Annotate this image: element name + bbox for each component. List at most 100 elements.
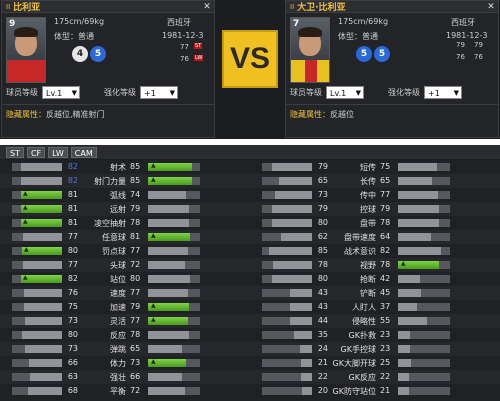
close-icon[interactable]: ✕ bbox=[486, 2, 496, 12]
stat-label: 盘带 bbox=[360, 219, 376, 228]
left-height-weight: 175cm/69kg bbox=[54, 17, 105, 26]
stat-value-left: 24 bbox=[317, 344, 328, 353]
stat-bar-right bbox=[148, 261, 200, 269]
stat-bar-fill bbox=[290, 303, 312, 311]
left-nation: 西班牙 bbox=[167, 18, 191, 27]
left-hidden-attributes: 隐藏属性：反越位,精准射门 bbox=[6, 110, 105, 119]
left-level-select[interactable]: Lv.1 ▼ bbox=[42, 86, 80, 99]
stat-bar-fill bbox=[398, 345, 410, 353]
stat-bar-right: ▲ bbox=[148, 162, 200, 171]
stat-bar-fill bbox=[290, 289, 312, 297]
stat-label: 人盯人 bbox=[352, 303, 376, 312]
stat-row: 43 人盯人 37 bbox=[250, 300, 500, 314]
stat-value-right: 77 bbox=[130, 288, 141, 297]
stat-label: 凌空抽射 bbox=[94, 219, 126, 228]
chevron-down-icon: ▼ bbox=[169, 89, 175, 97]
stat-value-left: 80 bbox=[67, 246, 78, 255]
right-weak-foot: 5 bbox=[356, 46, 372, 62]
left-player-name: 比利亚 bbox=[13, 3, 41, 13]
stat-bar-fill bbox=[23, 261, 62, 269]
stat-value-left: 44 bbox=[317, 316, 328, 325]
stat-bar-right bbox=[398, 331, 450, 339]
stat-bar-left bbox=[262, 345, 312, 353]
stat-label: 弧线 bbox=[110, 191, 126, 200]
right-body-type: 体型：普通 bbox=[338, 32, 378, 41]
stat-bar-fill bbox=[398, 219, 439, 227]
left-player-card: ⅠⅠ 比利亚 ✕ 9 175cm/69kg 西班牙 体型：普通 1981-12-… bbox=[1, 0, 215, 138]
stat-bar-fill bbox=[290, 317, 312, 325]
stat-value-right: 78 bbox=[380, 260, 391, 269]
stat-value-left: 63 bbox=[67, 372, 78, 381]
divider bbox=[2, 104, 214, 105]
stat-bar-fill bbox=[21, 163, 62, 171]
stat-row: 80 抢断 42 bbox=[250, 272, 500, 286]
stat-row: 73 弹跳 65 bbox=[0, 342, 250, 356]
stat-value-right: 78 bbox=[130, 330, 141, 339]
stat-value-left: 20 bbox=[317, 386, 328, 395]
stat-bar-right bbox=[398, 345, 450, 353]
stat-row: 44 侵略性 55 bbox=[250, 314, 500, 328]
stat-value-left: 82 bbox=[67, 176, 78, 185]
stat-label: 站位 bbox=[110, 275, 126, 284]
vs-badge: VS bbox=[222, 30, 278, 88]
level-label: 球员等级 bbox=[6, 88, 38, 97]
stat-value-right: 77 bbox=[380, 190, 391, 199]
stat-value-right: 25 bbox=[380, 358, 391, 367]
right-card-header: ⅠⅠ 大卫·比利亚 bbox=[286, 1, 498, 13]
up-arrow-icon: ▲ bbox=[151, 316, 156, 323]
stat-bar-left bbox=[262, 303, 312, 311]
stat-bar-right bbox=[398, 387, 450, 395]
stat-bar-fill bbox=[279, 177, 312, 185]
right-level-select[interactable]: Lv.1 ▼ bbox=[326, 86, 364, 99]
stat-bar-fill bbox=[398, 331, 410, 339]
tab-lw[interactable]: LW bbox=[48, 146, 68, 158]
stat-bar-fill bbox=[398, 373, 409, 381]
stat-bar-fill bbox=[272, 275, 312, 283]
stat-bar-fill bbox=[398, 317, 427, 325]
stat-value-right: 79 bbox=[130, 204, 141, 213]
stat-bar-fill bbox=[269, 247, 312, 255]
up-arrow-icon: ▲ bbox=[24, 246, 29, 253]
stat-value-left: 80 bbox=[317, 218, 328, 227]
stat-bar-left bbox=[262, 331, 312, 339]
left-enhance-select[interactable]: +1 ▼ bbox=[140, 86, 178, 99]
tab-cam[interactable]: CAM bbox=[70, 146, 97, 158]
stat-value-right: 79 bbox=[130, 302, 141, 311]
left-select-row: 球员等级 Lv.1 ▼ 强化等级 +1 ▼ bbox=[6, 86, 178, 99]
stat-bar-right bbox=[398, 359, 450, 367]
tab-st[interactable]: ST bbox=[6, 146, 24, 158]
close-icon[interactable]: ✕ bbox=[202, 2, 212, 12]
stat-bar-right bbox=[148, 373, 200, 381]
position-tabs: ST CF LW CAM bbox=[0, 145, 500, 159]
stat-value-right: 85 bbox=[130, 176, 141, 185]
stat-label: GK手控球 bbox=[340, 345, 376, 354]
stat-bar-fill bbox=[22, 331, 62, 339]
stat-row: ▲ 81 弧线 74 bbox=[0, 188, 250, 202]
stat-bar-right bbox=[148, 275, 200, 283]
stat-label: 灵活 bbox=[110, 317, 126, 326]
stat-row: 77 头球 72 bbox=[0, 258, 250, 272]
stat-label: 抢断 bbox=[360, 275, 376, 284]
stat-bar-left: ▲ bbox=[12, 190, 62, 199]
up-arrow-icon: ▲ bbox=[151, 176, 156, 183]
stat-bar-right: ▲ bbox=[148, 302, 200, 311]
stat-bar-right bbox=[148, 289, 200, 297]
stat-value-right: 45 bbox=[380, 288, 391, 297]
stat-bar-fill bbox=[398, 177, 432, 185]
stat-bar-fill bbox=[301, 373, 312, 381]
tab-cf[interactable]: CF bbox=[26, 146, 46, 158]
right-enhance-select[interactable]: +1 ▼ bbox=[424, 86, 462, 99]
stat-bar-fill bbox=[398, 247, 441, 255]
stat-bar-fill bbox=[273, 261, 312, 269]
stat-bar-fill bbox=[148, 345, 182, 353]
stat-bar-fill bbox=[398, 191, 438, 199]
stat-value-left: 78 bbox=[317, 260, 328, 269]
level-label: 球员等级 bbox=[290, 88, 322, 97]
stat-bar-right bbox=[148, 191, 200, 199]
stat-bar-fill bbox=[272, 205, 312, 213]
up-arrow-icon: ▲ bbox=[23, 204, 28, 211]
stat-bar-fill bbox=[148, 387, 185, 395]
stat-bar-fill bbox=[28, 387, 62, 395]
stat-label: 平衡 bbox=[110, 387, 126, 396]
stat-label: 侵略性 bbox=[352, 317, 376, 326]
